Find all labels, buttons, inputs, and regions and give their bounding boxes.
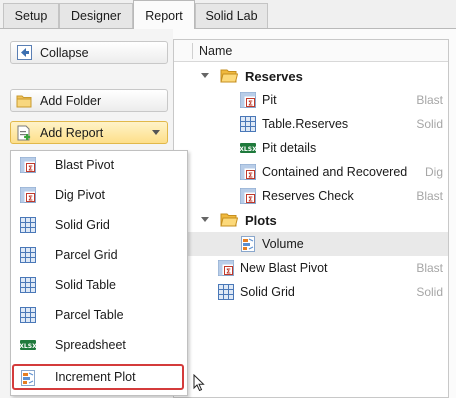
- pivot-icon: Σ: [218, 260, 234, 276]
- grid-icon: [218, 284, 234, 300]
- pivot-icon: Σ: [240, 92, 256, 108]
- tab-designer[interactable]: Designer: [59, 3, 133, 28]
- chevron-down-icon[interactable]: [152, 130, 160, 135]
- tree-row-type: Blast: [416, 189, 443, 203]
- tab-bar: Setup Designer Report Solid Lab: [0, 0, 456, 29]
- tree-row-label: Reserves: [245, 69, 303, 84]
- tree-report-row[interactable]: Σ Contained and Recovered Dig: [174, 160, 448, 184]
- svg-text:Σ: Σ: [248, 195, 253, 203]
- tree-row-label: Pit: [262, 93, 277, 107]
- tree-folder-row[interactable]: Reserves: [174, 64, 448, 88]
- tree-row-label: Table.Reserves: [262, 117, 349, 131]
- add-report-menu: Σ Blast Pivot Σ Dig Pivot Solid Grid Parcel G…: [10, 150, 188, 396]
- menu-item-spreadsheet[interactable]: XLSX Spreadsheet: [11, 331, 187, 360]
- add-report-label: Add Report: [40, 125, 104, 140]
- menu-item-label: Increment Plot: [55, 370, 136, 384]
- svg-text:XLSX: XLSX: [240, 146, 256, 153]
- pivot-icon: Σ: [20, 187, 36, 203]
- add-folder-button[interactable]: Add Folder: [10, 89, 168, 112]
- xlsx-icon: XLSX: [239, 140, 257, 156]
- menu-item-solid-grid[interactable]: Solid Grid: [11, 211, 187, 240]
- tree-report-row[interactable]: Table.Reserves Solid: [174, 112, 448, 136]
- menu-item-label: Spreadsheet: [55, 338, 126, 352]
- plot-icon: [20, 370, 36, 386]
- svg-text:Σ: Σ: [248, 171, 253, 179]
- folder-icon: [16, 93, 32, 109]
- collapse-icon: [16, 45, 32, 61]
- menu-item-solid-table[interactable]: Solid Table: [11, 271, 187, 300]
- tree-row-type: Solid: [416, 285, 443, 299]
- tree-row-type: Solid: [416, 117, 443, 131]
- menu-item-parcel-grid[interactable]: Parcel Grid: [11, 241, 187, 270]
- tree-row-label: Reserves Check: [262, 189, 354, 203]
- folder-icon: [220, 212, 239, 228]
- svg-text:XLSX: XLSX: [20, 343, 36, 350]
- grid-icon: [20, 307, 36, 323]
- menu-item-label: Parcel Grid: [55, 248, 118, 262]
- tree-row-label: Solid Grid: [240, 285, 295, 299]
- collapse-button[interactable]: Collapse: [10, 41, 168, 64]
- menu-item-parcel-table[interactable]: Parcel Table: [11, 301, 187, 330]
- menu-item-increment-plot[interactable]: Increment Plot: [12, 364, 184, 390]
- chevron-down-icon[interactable]: [201, 73, 209, 78]
- tree-report-row[interactable]: Σ Pit Blast: [174, 88, 448, 112]
- mouse-cursor-icon: [193, 374, 205, 392]
- column-header-name[interactable]: Name: [174, 40, 448, 62]
- tree-row-type: Blast: [416, 93, 443, 107]
- tree-report-row[interactable]: Σ Reserves Check Blast: [174, 184, 448, 208]
- tree-row-label: Plots: [245, 213, 277, 228]
- tab-report[interactable]: Report: [133, 0, 195, 29]
- tree-folder-row[interactable]: Plots: [174, 208, 448, 232]
- tree-row-label: Volume: [262, 237, 304, 251]
- add-report-button[interactable]: Add Report: [10, 121, 168, 144]
- menu-item-label: Dig Pivot: [55, 188, 106, 202]
- menu-item-dig-pivot[interactable]: Σ Dig Pivot: [11, 181, 187, 210]
- grid-icon: [20, 217, 36, 233]
- folder-icon: [220, 68, 239, 84]
- plot-icon: [240, 236, 256, 252]
- tree-row-type: Dig: [424, 165, 443, 179]
- menu-item-blast-pivot[interactable]: Σ Blast Pivot: [11, 151, 187, 180]
- grid-icon: [240, 116, 256, 132]
- svg-text:Σ: Σ: [28, 194, 33, 202]
- tab-setup[interactable]: Setup: [3, 3, 59, 28]
- svg-text:Σ: Σ: [248, 99, 253, 107]
- tree-report-row[interactable]: Σ New Blast Pivot Blast: [174, 256, 448, 280]
- menu-item-label: Solid Table: [55, 278, 116, 292]
- tree-report-row[interactable]: XLSX Pit details: [174, 136, 448, 160]
- grid-icon: [20, 247, 36, 263]
- tree-report-row[interactable]: Volume: [174, 232, 448, 256]
- grid-icon: [20, 277, 36, 293]
- tab-solid-lab[interactable]: Solid Lab: [195, 3, 268, 28]
- svg-text:Σ: Σ: [28, 164, 33, 172]
- pivot-icon: Σ: [240, 188, 256, 204]
- tree-row-label: Pit details: [262, 141, 317, 155]
- menu-item-label: Parcel Table: [55, 308, 124, 322]
- report-tree: Name Reserves Σ Pit Blast Table.Reserves Soli…: [173, 39, 449, 398]
- collapse-label: Collapse: [40, 45, 89, 60]
- menu-item-label: Blast Pivot: [55, 158, 115, 172]
- tree-row-label: New Blast Pivot: [240, 261, 328, 275]
- xlsx-icon: XLSX: [19, 337, 37, 353]
- menu-item-label: Solid Grid: [55, 218, 110, 232]
- add-folder-label: Add Folder: [40, 93, 102, 108]
- tree-row-label: Contained and Recovered: [262, 165, 408, 179]
- pivot-icon: Σ: [240, 164, 256, 180]
- chevron-down-icon[interactable]: [201, 217, 209, 222]
- pivot-icon: Σ: [20, 157, 36, 173]
- tree-row-type: Blast: [416, 261, 443, 275]
- svg-text:Σ: Σ: [226, 267, 231, 275]
- add-report-icon: [16, 125, 32, 141]
- tree-report-row[interactable]: Solid Grid Solid: [174, 280, 448, 304]
